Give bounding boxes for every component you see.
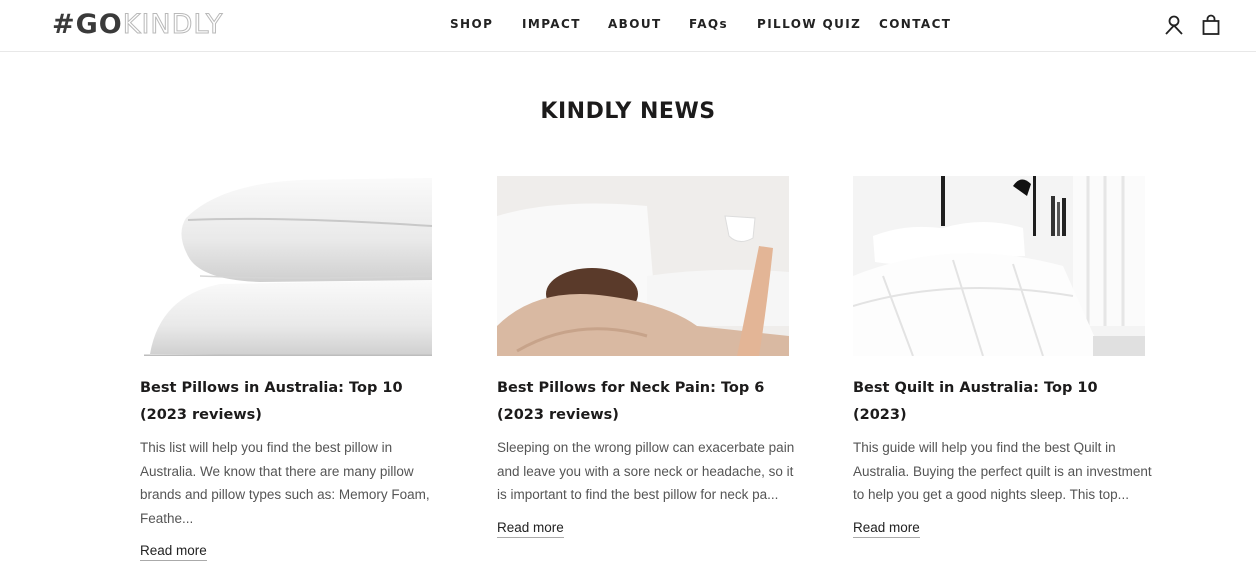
article-card: Best Pillows for Neck Pain: Top 6 (2023 …: [497, 176, 805, 538]
site-header: #GOKINDLY SHOP IMPACT ABOUT FAQs PILLOW …: [0, 0, 1256, 52]
nav-item-shop[interactable]: SHOP: [450, 17, 493, 31]
logo[interactable]: #GOKINDLY: [52, 9, 224, 40]
read-more-link[interactable]: Read more: [140, 543, 207, 561]
article-card: Best Quilt in Australia: Top 10 (2023) T…: [853, 176, 1161, 538]
user-icon[interactable]: [1163, 14, 1185, 36]
shopping-bag-icon[interactable]: [1200, 14, 1222, 36]
article-title[interactable]: Best Pillows in Australia: Top 10 (2023 …: [140, 375, 440, 429]
article-title[interactable]: Best Pillows for Neck Pain: Top 6 (2023 …: [497, 375, 797, 429]
read-more-link[interactable]: Read more: [497, 520, 564, 538]
page-title: KINDLY NEWS: [540, 99, 716, 124]
read-more-link[interactable]: Read more: [853, 520, 920, 538]
article-title[interactable]: Best Quilt in Australia: Top 10 (2023): [853, 375, 1153, 429]
nav-item-about[interactable]: ABOUT: [608, 17, 662, 31]
nav-item-impact[interactable]: IMPACT: [522, 17, 581, 31]
logo-light-text: KINDLY: [122, 9, 224, 40]
article-excerpt: This list will help you find the best pi…: [140, 440, 430, 526]
logo-bold-text: #GO: [52, 9, 123, 40]
nav-item-contact[interactable]: CONTACT: [879, 17, 951, 31]
article-image-quilt[interactable]: [853, 176, 1145, 356]
nav-item-pillow-quiz[interactable]: PILLOW QUIZ: [757, 17, 861, 31]
article-image-pillows[interactable]: [140, 176, 432, 356]
article-excerpt: Sleeping on the wrong pillow can exacerb…: [497, 440, 795, 502]
article-card: Best Pillows in Australia: Top 10 (2023 …: [140, 176, 448, 561]
nav-item-faqs[interactable]: FAQs: [689, 17, 728, 31]
article-excerpt: This guide will help you find the best Q…: [853, 440, 1152, 502]
article-image-neck-pain[interactable]: [497, 176, 789, 356]
